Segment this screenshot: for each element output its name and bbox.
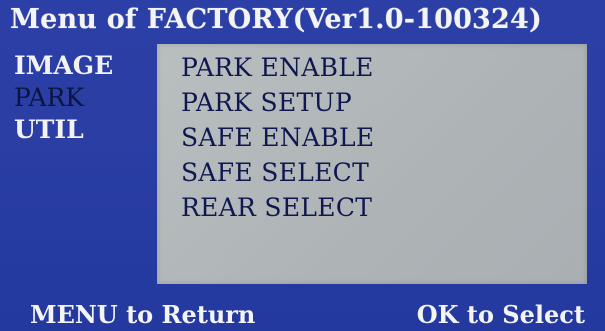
menu-title: Menu of FACTORY(Ver1.0-100324) [10, 4, 542, 35]
option-park-setup[interactable]: PARK SETUP [181, 85, 374, 120]
menu-return-hint: MENU to Return [30, 300, 256, 329]
options-panel: PARK ENABLE PARK SETUP SAFE ENABLE SAFE … [157, 44, 587, 284]
factory-menu-screen: Menu of FACTORY(Ver1.0-100324) IMAGE PARK… [0, 0, 605, 331]
ok-select-hint: OK to Select [416, 300, 585, 329]
category-item-util[interactable]: UTIL [14, 114, 154, 146]
option-list: PARK ENABLE PARK SETUP SAFE ENABLE SAFE … [181, 50, 374, 225]
option-rear-select[interactable]: REAR SELECT [181, 190, 374, 225]
category-item-image[interactable]: IMAGE [14, 50, 154, 82]
footer-hints: MENU to Return OK to Select [0, 291, 605, 331]
option-park-enable[interactable]: PARK ENABLE [181, 50, 374, 85]
category-item-park[interactable]: PARK [14, 82, 154, 114]
category-list: IMAGE PARK UTIL [14, 50, 154, 146]
menu-title-name: FACTORY(Ver1.0-100324) [146, 4, 542, 35]
option-safe-enable[interactable]: SAFE ENABLE [181, 120, 374, 155]
option-safe-select[interactable]: SAFE SELECT [181, 155, 374, 190]
menu-title-prefix: Menu of [10, 4, 137, 35]
